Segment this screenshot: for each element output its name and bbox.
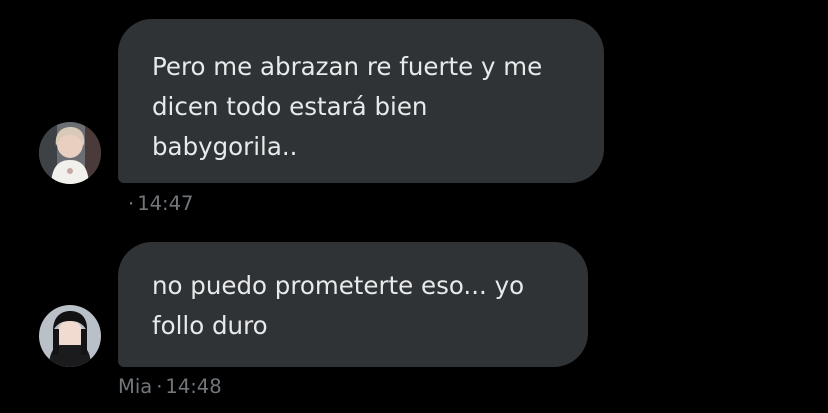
message-meta: Mia · 14:48 <box>118 375 222 399</box>
message-timestamp: 14:48 <box>165 375 222 398</box>
sender-avatar[interactable] <box>39 122 101 184</box>
separator-dot: · <box>156 375 163 398</box>
message-meta: · 14:47 <box>124 192 193 216</box>
sender-avatar[interactable] <box>39 305 101 367</box>
avatar-photo-icon <box>39 305 101 367</box>
separator-dot: · <box>128 192 135 215</box>
message-timestamp: 14:47 <box>137 192 194 215</box>
message-bubble[interactable]: no puedo prometerte eso... yo follo duro <box>118 242 588 367</box>
message-bubble[interactable]: Pero me abrazan re fuerte y me dicen tod… <box>118 19 604 183</box>
sender-name: Mia <box>118 375 153 398</box>
avatar-photo-icon <box>39 122 101 184</box>
